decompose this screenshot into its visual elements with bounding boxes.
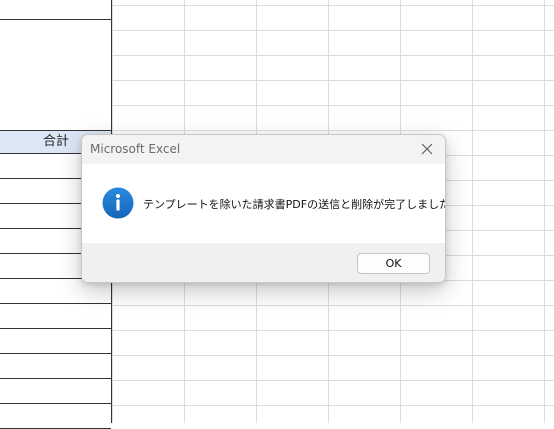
dialog-message: テンプレートを除いた請求書PDFの送信と削除が完了しました！ [143, 198, 446, 211]
dialog-body: テンプレートを除いた請求書PDFの送信と削除が完了しました！ [82, 164, 445, 243]
table-row[interactable] [0, 379, 111, 404]
close-icon [421, 143, 433, 155]
close-button[interactable] [413, 137, 441, 161]
dialog-title: Microsoft Excel [90, 142, 181, 156]
info-icon [102, 187, 134, 219]
table-row[interactable] [0, 329, 111, 354]
table-row[interactable] [0, 0, 111, 20]
table-row[interactable] [0, 404, 111, 429]
message-dialog: Microsoft Excel テンプレートを除いた請求書PDFの送信と削除が完… [81, 134, 446, 283]
ok-button[interactable]: OK [357, 253, 430, 274]
dialog-footer: OK [82, 243, 445, 282]
table-row[interactable] [0, 304, 111, 329]
dialog-titlebar[interactable]: Microsoft Excel [82, 135, 445, 164]
table-row[interactable] [0, 354, 111, 379]
